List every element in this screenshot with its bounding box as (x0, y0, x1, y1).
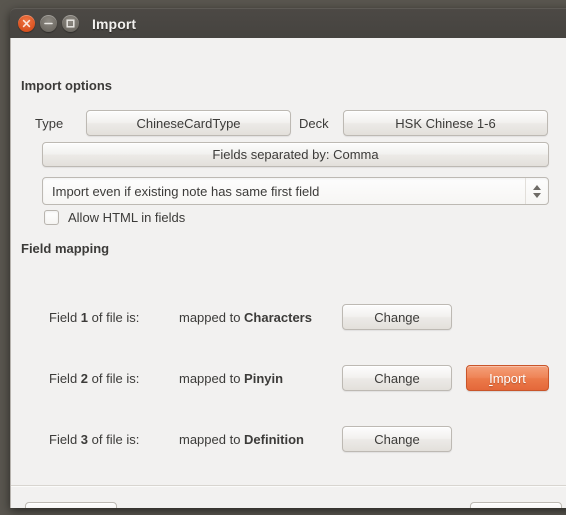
import-dialog-window: Import Import options Type ChineseCardTy… (10, 8, 566, 508)
field-word: Field (49, 370, 81, 386)
mapped-word: mapped to (179, 309, 245, 325)
field-suffix: of file is: (88, 431, 140, 447)
change-mapping-button[interactable]: Change (342, 365, 452, 391)
mapped-word: mapped to (179, 370, 245, 386)
field-number: 3 (80, 431, 89, 447)
field-mapping-row: Field 2 of file is: mapped to Pinyin Cha… (11, 365, 566, 391)
window-maximize-button[interactable] (62, 15, 79, 32)
deck-button[interactable]: HSK Chinese 1-6 (343, 110, 548, 136)
field-word: Field (49, 431, 81, 447)
chevron-down-icon (533, 192, 541, 198)
window-minimize-button[interactable] (40, 15, 57, 32)
import-options-heading: Import options (21, 78, 112, 93)
mapped-field-name: Characters (244, 309, 312, 325)
field-word: Field (49, 309, 81, 325)
type-label: Type (35, 116, 64, 131)
minimize-icon (44, 22, 53, 25)
close-icon (22, 19, 31, 28)
import-button[interactable]: Import (466, 365, 549, 391)
field-number: 2 (80, 370, 89, 386)
allow-html-checkbox[interactable] (44, 210, 59, 225)
mapped-to-label: mapped to Definition (179, 432, 304, 447)
change-mapping-button[interactable]: Change (342, 426, 452, 452)
field-number: 1 (80, 309, 89, 325)
mapped-field-name: Definition (244, 431, 304, 447)
dialog-body: Import options Type ChineseCardType Deck… (10, 38, 566, 508)
duplicate-handling-select[interactable]: Import even if existing note has same fi… (42, 177, 549, 205)
spinner-arrows[interactable] (525, 178, 548, 204)
footer-divider (11, 485, 566, 487)
import-button-label: mport (492, 370, 526, 386)
mapped-field-name: Pinyin (244, 370, 284, 386)
mapped-to-label: mapped to Characters (179, 310, 312, 325)
allow-html-row[interactable]: Allow HTML in fields (44, 210, 185, 225)
window-titlebar[interactable]: Import (10, 8, 566, 38)
field-suffix: of file is: (88, 309, 140, 325)
change-mapping-button[interactable]: Change (342, 304, 452, 330)
mapped-to-label: mapped to Pinyin (179, 371, 283, 386)
field-suffix: of file is: (88, 370, 140, 386)
window-close-button[interactable] (18, 15, 35, 32)
field-mapping-row: Field 3 of file is: mapped to Definition… (11, 426, 566, 452)
field-index-label: Field 2 of file is: (49, 371, 139, 386)
allow-html-label: Allow HTML in fields (68, 210, 186, 225)
field-mapping-heading: Field mapping (21, 241, 110, 256)
help-button[interactable]: Help (25, 502, 117, 508)
deck-label: Deck (299, 116, 329, 131)
field-separator-button[interactable]: Fields separated by: Comma (42, 142, 549, 167)
window-title: Import (92, 15, 137, 32)
duplicate-handling-value: Import even if existing note has same fi… (52, 183, 320, 199)
field-mapping-row: Field 1 of file is: mapped to Characters… (11, 304, 566, 330)
maximize-icon (66, 19, 75, 28)
note-type-button[interactable]: ChineseCardType (86, 110, 291, 136)
mapped-word: mapped to (179, 431, 245, 447)
field-index-label: Field 3 of file is: (49, 432, 139, 447)
close-button[interactable]: Close (470, 502, 562, 508)
chevron-up-icon (533, 184, 541, 190)
field-index-label: Field 1 of file is: (49, 310, 139, 325)
